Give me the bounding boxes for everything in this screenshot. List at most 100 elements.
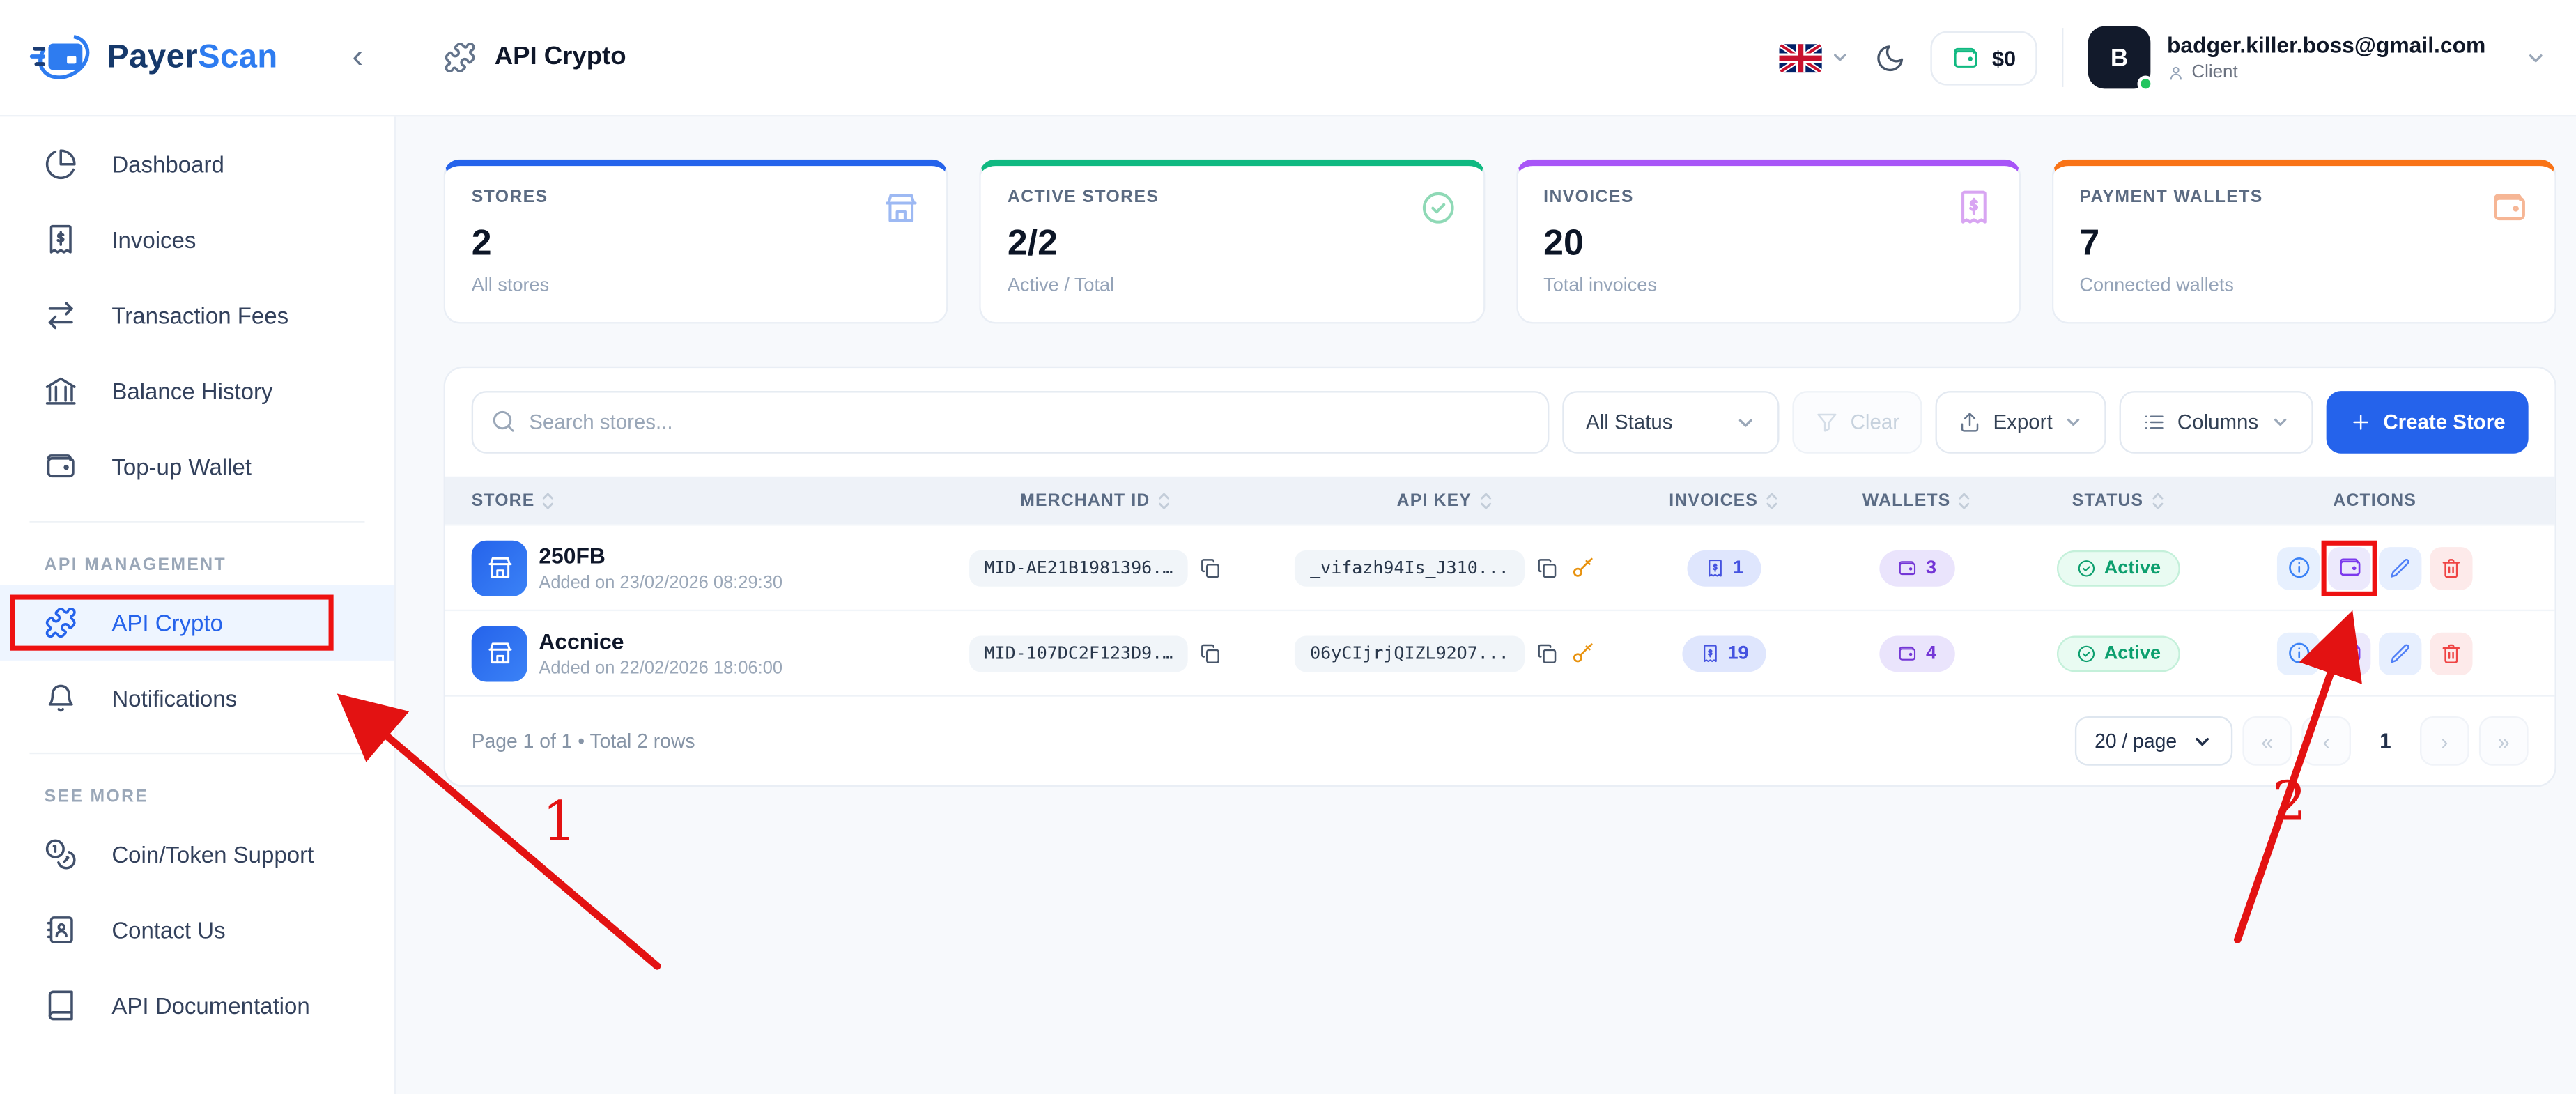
- copy-icon: [1536, 556, 1559, 579]
- export-button-label: Export: [1993, 410, 2052, 433]
- wallets-badge: 3: [1880, 550, 1954, 586]
- payerscan-logo-icon: [29, 31, 92, 84]
- check-circle-icon: [2076, 643, 2096, 663]
- search-input[interactable]: [472, 391, 1550, 454]
- last-page-button[interactable]: »: [2479, 716, 2529, 766]
- copy-api-key-button[interactable]: [1536, 642, 1559, 665]
- column-header-api-key[interactable]: API KEY: [1260, 491, 1630, 510]
- status-filter-select[interactable]: All Status: [1563, 391, 1780, 454]
- sidebar-item-topup-wallet[interactable]: Top-up Wallet: [0, 429, 394, 504]
- column-label: STATUS: [2072, 491, 2143, 510]
- sidebar-item-api-documentation[interactable]: API Documentation: [0, 968, 394, 1043]
- receipt-icon: [1705, 557, 1725, 577]
- copy-icon: [1199, 556, 1222, 579]
- sidebar-item-coin-token-support[interactable]: Coin/Token Support: [0, 817, 394, 892]
- previous-page-button[interactable]: ‹: [2301, 716, 2351, 766]
- user-menu[interactable]: B badger.killer.boss@gmail.com Client: [2088, 26, 2547, 89]
- next-page-button[interactable]: ›: [2420, 716, 2469, 766]
- dark-mode-toggle[interactable]: [1874, 42, 1905, 73]
- copy-merchant-id-button[interactable]: [1199, 642, 1222, 665]
- user-info: badger.killer.boss@gmail.com Client: [2167, 33, 2485, 82]
- stat-value: 2: [472, 222, 920, 264]
- column-label: MERCHANT ID: [1020, 491, 1150, 510]
- wallet-balance-badge[interactable]: $0: [1929, 31, 2037, 85]
- sidebar-item-notifications[interactable]: Notifications: [0, 661, 394, 736]
- store-added-date: Added on 22/02/2026 18:06:00: [539, 658, 782, 677]
- copy-icon: [1536, 642, 1559, 665]
- create-store-button[interactable]: Create Store: [2326, 391, 2529, 454]
- delete-store-button[interactable]: [2430, 546, 2472, 589]
- column-header-wallets[interactable]: WALLETS: [1819, 491, 2016, 510]
- sidebar-item-balance-history[interactable]: Balance History: [0, 353, 394, 429]
- store-info: 250FB Added on 23/02/2026 08:29:30: [539, 543, 782, 592]
- api-key-cell: 06yCIjrjQIZL92O7...: [1260, 635, 1630, 671]
- page-size-select[interactable]: 20 / page: [2075, 716, 2232, 766]
- sort-icon: [541, 491, 556, 510]
- sidebar-item-label: Transaction Fees: [111, 302, 288, 329]
- store-added-date: Added on 23/02/2026 08:29:30: [539, 573, 782, 592]
- pencil-icon: [2389, 642, 2412, 665]
- copy-api-key-button[interactable]: [1536, 556, 1559, 579]
- brand-name-secondary: Scan: [198, 38, 278, 75]
- wallets-count: 3: [1926, 557, 1936, 577]
- view-details-button[interactable]: [2277, 632, 2320, 675]
- edit-store-button[interactable]: [2379, 546, 2421, 589]
- clear-filters-button[interactable]: Clear: [1793, 391, 1922, 454]
- api-key-value: 06yCIjrjQIZL92O7...: [1295, 635, 1524, 671]
- sidebar: Dashboard Invoices Transaction Fees Bala…: [0, 116, 396, 1094]
- store-wallets-button[interactable]: [2328, 546, 2370, 589]
- first-page-button[interactable]: «: [2242, 716, 2292, 766]
- sidebar-collapse-button[interactable]: ‹: [342, 38, 373, 77]
- export-button[interactable]: Export: [1936, 391, 2107, 454]
- wallet-icon: [45, 450, 77, 483]
- column-header-merchant-id[interactable]: MERCHANT ID: [932, 491, 1260, 510]
- column-header-invoices[interactable]: INVOICES: [1630, 491, 1819, 510]
- stat-sublabel: Active / Total: [1008, 276, 1456, 295]
- regenerate-key-button[interactable]: [1570, 641, 1594, 665]
- sidebar-item-api-crypto[interactable]: API Crypto: [0, 585, 394, 660]
- puzzle-icon: [444, 41, 477, 74]
- status-filter-value: All Status: [1586, 410, 1673, 433]
- status-cell: Active: [2016, 550, 2221, 586]
- view-details-button[interactable]: [2277, 546, 2320, 589]
- columns-button[interactable]: Columns: [2120, 391, 2313, 454]
- stores-panel: All Status Clear Export Columns: [444, 367, 2556, 787]
- page-size-value: 20 / page: [2095, 730, 2177, 753]
- pagination-controls: 20 / page « ‹ 1 › »: [2075, 716, 2529, 766]
- list-icon: [2143, 410, 2166, 433]
- sidebar-item-label: Notifications: [111, 685, 237, 711]
- language-selector[interactable]: [1778, 42, 1849, 73]
- sidebar-item-dashboard[interactable]: Dashboard: [0, 127, 394, 202]
- actions-cell: [2221, 546, 2529, 589]
- wallet-icon: [2490, 189, 2528, 226]
- bank-icon: [45, 375, 77, 408]
- sidebar-item-label: Invoices: [111, 226, 196, 253]
- invoices-badge: 19: [1681, 635, 1766, 671]
- column-label: WALLETS: [1862, 491, 1951, 510]
- wallet-icon: [2337, 555, 2361, 580]
- column-header-store[interactable]: STORE: [472, 491, 932, 510]
- pagination-summary: Page 1 of 1 • Total 2 rows: [472, 730, 695, 753]
- column-header-status[interactable]: STATUS: [2016, 491, 2221, 510]
- search-icon: [490, 408, 518, 436]
- merchant-id-value: MID-107DC2F123D9.…: [969, 635, 1187, 671]
- brand-logo[interactable]: PayerScan: [29, 31, 277, 84]
- invoices-count: 19: [1727, 643, 1748, 663]
- column-label: STORE: [472, 491, 535, 510]
- table-row: 250FB Added on 23/02/2026 08:29:30 MID-A…: [445, 524, 2554, 610]
- merchant-id-cell: MID-AE21B1981396.…: [932, 550, 1260, 586]
- pie-chart-icon: [45, 148, 77, 180]
- sidebar-item-transaction-fees[interactable]: Transaction Fees: [0, 277, 394, 353]
- regenerate-key-button[interactable]: [1570, 555, 1594, 580]
- moon-icon: [1874, 42, 1905, 73]
- store-wallets-button[interactable]: [2328, 632, 2370, 675]
- check-circle-icon: [1419, 189, 1456, 226]
- edit-store-button[interactable]: [2379, 632, 2421, 675]
- sidebar-item-contact-us[interactable]: Contact Us: [0, 892, 394, 967]
- pagination-bar: Page 1 of 1 • Total 2 rows 20 / page « ‹…: [445, 695, 2554, 785]
- stat-card-payment-wallets: PAYMENT WALLETS 7 Connected wallets: [2051, 160, 2556, 324]
- wallet-icon: [1898, 643, 1918, 663]
- delete-store-button[interactable]: [2430, 632, 2472, 675]
- sidebar-item-invoices[interactable]: Invoices: [0, 202, 394, 277]
- copy-merchant-id-button[interactable]: [1199, 556, 1222, 579]
